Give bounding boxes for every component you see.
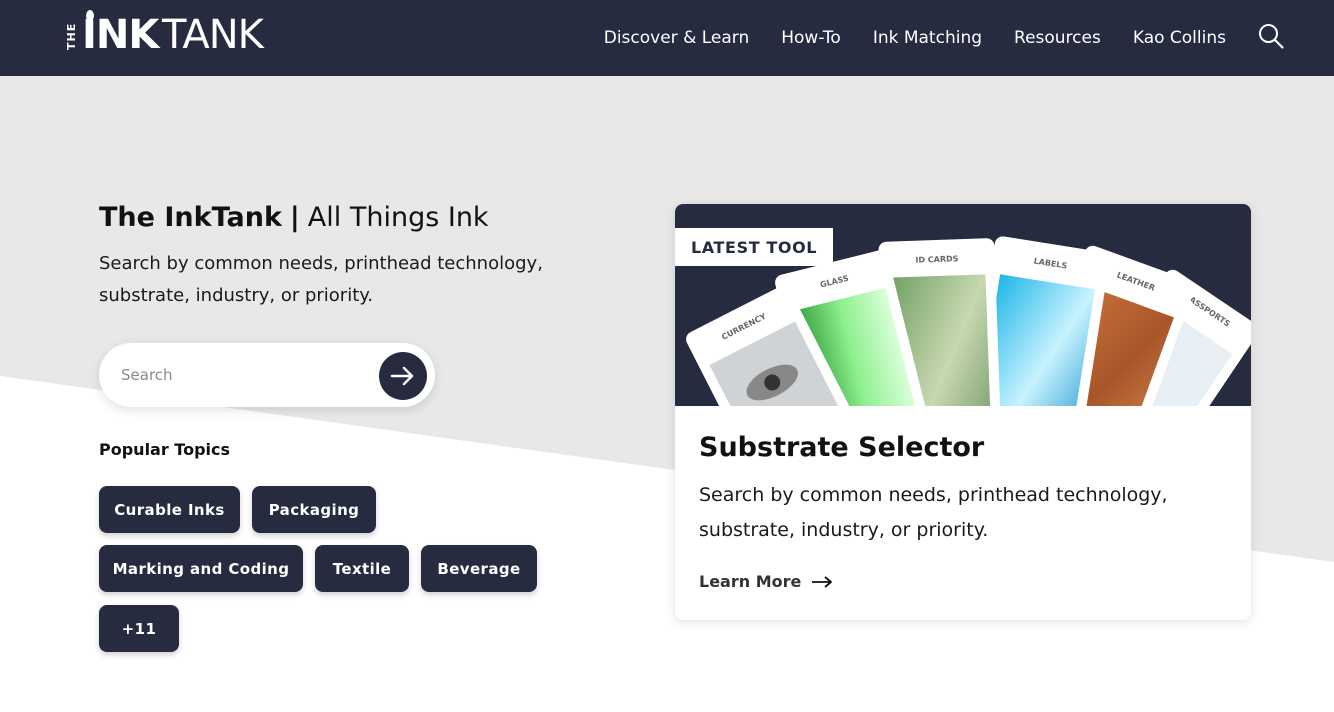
search-icon[interactable]: [1258, 23, 1284, 49]
hero-description: Search by common needs, printhead techno…: [99, 253, 543, 306]
learn-more-label: Learn More: [699, 572, 802, 591]
nav-discover-learn[interactable]: Discover & Learn: [604, 28, 750, 48]
inktank-logo[interactable]: THE INK TANK: [65, 10, 296, 60]
title-light: All Things Ink: [307, 202, 489, 233]
latest-tool-card[interactable]: LATEST TOOL PASSPORTS LEATHER LABELS ID …: [675, 204, 1251, 620]
topic-chip-more[interactable]: +11: [99, 605, 179, 652]
logo-tank: TANK: [162, 12, 264, 58]
nav-kao-collins[interactable]: Kao Collins: [1133, 28, 1226, 48]
nav-how-to[interactable]: How-To: [781, 28, 841, 48]
search-box: [99, 343, 435, 407]
search-input[interactable]: [121, 363, 361, 387]
arrow-right-icon: [812, 575, 833, 588]
card-title: Substrate Selector: [699, 432, 985, 463]
arrow-right-icon: [390, 366, 414, 386]
top-navigation-bar: THE INK TANK Discover & Learn How-To Ink…: [0, 0, 1334, 76]
latest-tool-badge: LATEST TOOL: [675, 228, 834, 266]
logo-the: THE: [65, 22, 78, 50]
topic-chip-marking-and-coding[interactable]: Marking and Coding: [99, 545, 303, 592]
title-strong: The InkTank: [99, 202, 282, 233]
logo-ink: INK: [82, 12, 159, 58]
search-submit-button[interactable]: [379, 352, 427, 400]
topic-chip-curable-inks[interactable]: Curable Inks: [99, 486, 240, 533]
topic-chip-packaging[interactable]: Packaging: [252, 486, 376, 533]
nav-resources[interactable]: Resources: [1014, 28, 1101, 48]
nav-ink-matching[interactable]: Ink Matching: [873, 28, 982, 48]
topic-chip-beverage[interactable]: Beverage: [421, 545, 537, 592]
substrate-fan-image: LATEST TOOL PASSPORTS LEATHER LABELS ID …: [675, 204, 1251, 406]
popular-topics-label: Popular Topics: [99, 440, 231, 459]
page-title: The InkTank | All Things Ink: [99, 202, 489, 233]
topic-chip-textile[interactable]: Textile: [315, 545, 409, 592]
main-nav: Discover & Learn How-To Ink Matching Res…: [572, 0, 1226, 76]
title-separator: |: [289, 202, 300, 233]
learn-more-link[interactable]: Learn More: [699, 572, 833, 591]
card-description: Search by common needs, printhead techno…: [699, 484, 1168, 541]
card-label-id-cards: ID CARDS: [915, 254, 959, 265]
